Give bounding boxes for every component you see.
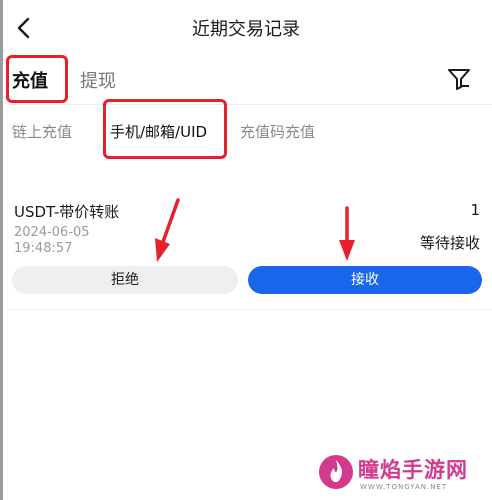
highlight-box-tab <box>6 55 68 103</box>
watermark-name: 瞳焰手游网 <box>358 458 468 482</box>
accept-button[interactable]: 接收 <box>248 266 482 294</box>
record-amount: 1 <box>470 201 480 219</box>
record-date: 2024-06-05 <box>14 225 90 240</box>
record-status: 等待接收 <box>419 234 480 252</box>
record-datetime: 2024-06-05 19:48:57 <box>14 225 90 257</box>
highlight-box-subtab <box>103 99 227 159</box>
filter-icon[interactable] <box>446 66 472 92</box>
subtab-onchain[interactable]: 链上充值 <box>12 121 72 142</box>
watermark-url: WWW.TONGYAN.NET <box>360 483 448 491</box>
left-edge-border <box>0 0 3 500</box>
reject-button[interactable]: 拒绝 <box>12 266 238 294</box>
record-divider <box>8 309 492 310</box>
tab-divider <box>8 104 492 105</box>
flame-logo-icon <box>319 455 353 489</box>
header: 近期交易记录 <box>0 0 492 56</box>
red-arrow-icon <box>155 198 180 262</box>
record-name: USDT-带价转账 <box>14 203 120 221</box>
tab-withdraw[interactable]: 提现 <box>80 67 116 93</box>
record-time: 19:48:57 <box>14 241 73 256</box>
red-arrow-icon <box>339 206 355 261</box>
page-title: 近期交易记录 <box>192 19 300 40</box>
subtab-code-recharge[interactable]: 充值码充值 <box>240 121 315 142</box>
watermark: 瞳焰手游网 WWW.TONGYAN.NET <box>318 452 488 498</box>
